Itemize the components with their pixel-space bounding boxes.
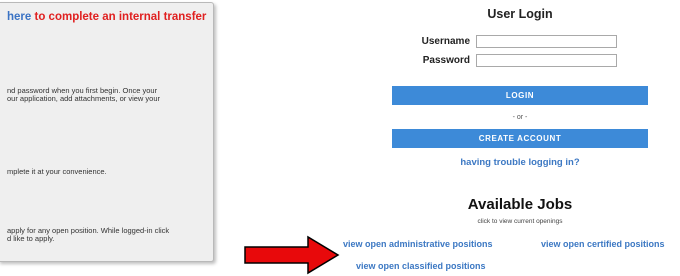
username-input[interactable] xyxy=(476,35,617,48)
login-title: User Login xyxy=(487,7,553,21)
info-line: mplete it at your convenience. xyxy=(7,168,107,176)
trouble-logging-in-link[interactable]: having trouble logging in? xyxy=(430,157,610,168)
available-jobs-title: Available Jobs xyxy=(467,196,573,213)
info-panel: here to complete an internal transfer nd… xyxy=(0,2,214,262)
info-paragraph-account: nd password when you first begin. Once y… xyxy=(7,87,211,103)
info-line: our application, add attachments, or vie… xyxy=(7,94,160,103)
info-line: d like to apply. xyxy=(7,234,55,243)
or-separator: - or - xyxy=(512,114,528,121)
available-jobs-subtitle: click to view current openings xyxy=(477,218,563,225)
username-label: Username xyxy=(421,36,470,47)
certified-positions-link[interactable]: view open certified positions xyxy=(541,239,665,249)
info-paragraph-complete: mplete it at your convenience. xyxy=(7,168,211,176)
password-label: Password xyxy=(422,55,470,66)
internal-transfer-line: here to complete an internal transfer xyxy=(7,11,206,23)
password-input[interactable] xyxy=(476,54,617,67)
info-paragraph-apply: apply for any open position. While logge… xyxy=(7,227,211,243)
internal-transfer-text: to complete an internal transfer xyxy=(34,11,207,23)
create-account-button[interactable]: CREATE ACCOUNT xyxy=(392,129,648,148)
red-right-arrow-icon xyxy=(244,235,340,275)
classified-positions-link[interactable]: view open classified positions xyxy=(356,261,486,271)
here-link[interactable]: here xyxy=(7,11,31,23)
page: here to complete an internal transfer nd… xyxy=(0,0,680,276)
administrative-positions-link[interactable]: view open administrative positions xyxy=(343,239,493,249)
login-button[interactable]: LOGIN xyxy=(392,86,648,105)
